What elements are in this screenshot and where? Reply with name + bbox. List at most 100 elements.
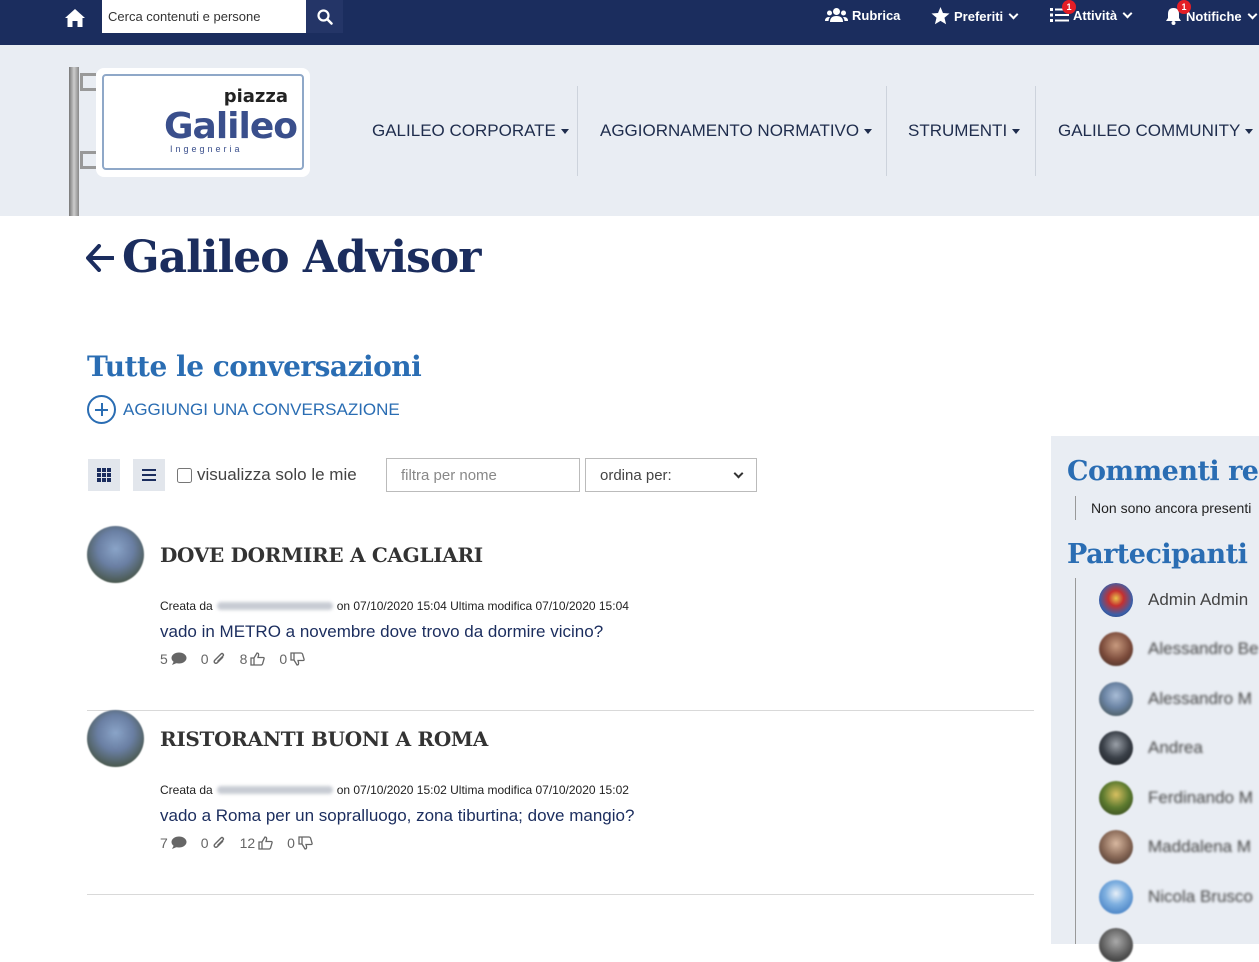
conversation-dates: on 07/10/2020 15:04 Ultima modifica 07/1…: [336, 599, 629, 613]
thumbs-up-icon: [250, 652, 266, 666]
logo-pole: [69, 67, 79, 216]
attachments-count: 0: [201, 835, 226, 851]
search-button[interactable]: [306, 0, 343, 33]
home-icon[interactable]: [64, 8, 86, 28]
search-input[interactable]: [102, 0, 306, 33]
conversation-stats: 7 0 12 0: [160, 835, 313, 851]
grid-view-button[interactable]: [88, 459, 120, 491]
conversation-dates: on 07/10/2020 15:02 Ultima modifica 07/1…: [336, 783, 629, 797]
thumbs-down-icon: [290, 652, 305, 666]
participants-timeline: [1075, 578, 1076, 944]
only-mine-checkbox[interactable]: [177, 467, 192, 483]
dislikes-count[interactable]: 0: [287, 835, 313, 851]
notifiche-badge: 1: [1177, 0, 1191, 14]
participant-name: Maddalena M: [1148, 837, 1252, 856]
created-by-label: Creata da: [160, 783, 213, 797]
conversation-title[interactable]: DOVE DORMIRE A CAGLIARI: [160, 543, 483, 567]
likes-count[interactable]: 12: [240, 835, 274, 851]
nav-strumenti[interactable]: STRUMENTI: [908, 121, 1021, 141]
chevron-down-icon: [1247, 9, 1258, 19]
thumbs-down-icon: [298, 836, 313, 850]
nav-divider: [886, 86, 887, 176]
list-view-button[interactable]: [133, 459, 165, 491]
dislikes-count-value: 0: [287, 835, 295, 851]
top-bar: Rubrica Preferiti 1 Attività 1 Notifiche: [0, 0, 1259, 45]
likes-count-value: 12: [239, 835, 256, 851]
participant-name: Admin Admin: [1148, 590, 1249, 609]
attachments-count-value: 0: [200, 835, 209, 851]
caret-down-icon: [1012, 128, 1021, 134]
nav-label: GALILEO COMMUNITY: [1058, 121, 1241, 140]
nav-galileo-community[interactable]: GALILEO COMMUNITY: [1058, 121, 1254, 141]
likes-count-value: 8: [239, 651, 248, 667]
paperclip-icon: [213, 652, 224, 664]
nav-label: GALILEO CORPORATE: [372, 121, 556, 140]
participant-item[interactable]: Alessandro Be: [1099, 632, 1259, 666]
avatar: [1099, 928, 1133, 962]
participant-name: Alessandro M: [1148, 689, 1252, 708]
participant-item[interactable]: Andrea: [1099, 731, 1203, 765]
conversation-meta: Creata da on 07/10/2020 15:02 Ultima mod…: [160, 783, 629, 797]
sort-select-value: ordina per:: [600, 466, 672, 484]
avatar: [1099, 731, 1133, 765]
grid-icon: [97, 468, 111, 482]
caret-down-icon: [560, 128, 569, 134]
search-icon: [316, 8, 333, 25]
author-name-redacted: [216, 786, 333, 794]
nav-aggiornamento-normativo[interactable]: AGGIORNAMENTO NORMATIVO: [600, 121, 873, 141]
conversation-item: DOVE DORMIRE A CAGLIARI Creata da on 07/…: [87, 526, 1034, 711]
caret-down-icon: [1245, 128, 1254, 134]
star-icon: [931, 7, 950, 25]
notifiche-menu[interactable]: 1 Notifiche: [1165, 0, 1258, 25]
preferiti-menu[interactable]: Preferiti: [931, 7, 1019, 25]
dislikes-count[interactable]: 0: [279, 651, 305, 667]
page-title: Galileo Advisor: [86, 232, 481, 283]
participant-item[interactable]: Admin Admin: [1099, 583, 1248, 617]
avatar: [1099, 583, 1133, 617]
avatar: [87, 710, 144, 767]
nav-divider: [1035, 86, 1036, 176]
avatar: [1099, 830, 1133, 864]
plus-circle-icon: [87, 395, 116, 424]
nav-galileo-corporate[interactable]: GALILEO CORPORATE: [372, 121, 569, 141]
participant-item[interactable]: Alessandro M: [1099, 682, 1252, 716]
participant-name: Ferdinando M: [1148, 788, 1253, 807]
attivita-badge: 1: [1062, 0, 1076, 14]
likes-count[interactable]: 8: [240, 651, 266, 667]
logo-piazza-text: piazza: [223, 86, 288, 107]
site-logo[interactable]: piazza Galileo Ingegneria: [96, 68, 310, 177]
only-mine-filter[interactable]: visualizza solo le mie: [177, 465, 357, 485]
rubrica-menu[interactable]: Rubrica: [825, 7, 900, 23]
thumbs-up-icon: [258, 836, 273, 850]
participant-item[interactable]: Maddalena M: [1099, 830, 1251, 864]
back-arrow-icon[interactable]: [86, 243, 114, 272]
notifiche-label: Notifiche: [1186, 8, 1242, 24]
sort-select[interactable]: ordina per:: [585, 458, 757, 492]
comments-count: 5: [160, 651, 187, 667]
filter-by-name-input[interactable]: [386, 458, 580, 492]
conversation-title[interactable]: RISTORANTI BUONI A ROMA: [160, 727, 488, 751]
participant-item[interactable]: [1099, 928, 1133, 962]
chevron-down-icon: [1122, 8, 1133, 18]
attivita-menu[interactable]: 1 Attività: [1050, 0, 1133, 23]
logo-pole-clip: [80, 73, 96, 91]
conversation-text[interactable]: vado a Roma per un sopralluogo, zona tib…: [160, 806, 634, 826]
add-conversation-button[interactable]: AGGIUNGI UNA CONVERSAZIONE: [87, 395, 400, 424]
conversation-text[interactable]: vado in METRO a novembre dove trovo da d…: [160, 622, 603, 642]
participant-item[interactable]: Nicola Brusco: [1099, 880, 1253, 914]
participant-item[interactable]: Ferdinando M: [1099, 781, 1253, 815]
chevron-down-icon: [1008, 9, 1019, 19]
comment-icon: [171, 652, 187, 665]
rubrica-label: Rubrica: [852, 7, 901, 23]
caret-down-icon: [864, 128, 873, 134]
avatar: [87, 526, 144, 583]
only-mine-label: visualizza solo le mie: [197, 465, 357, 484]
attivita-label: Attività: [1073, 7, 1118, 23]
users-icon: [825, 8, 848, 22]
participant-name: Nicola Brusco: [1148, 887, 1253, 906]
avatar: [1099, 632, 1133, 666]
avatar: [1099, 682, 1133, 716]
avatar: [1099, 880, 1133, 914]
recent-comments-title: Commenti rece: [1067, 456, 1259, 487]
attachments-count: 0: [201, 651, 226, 667]
